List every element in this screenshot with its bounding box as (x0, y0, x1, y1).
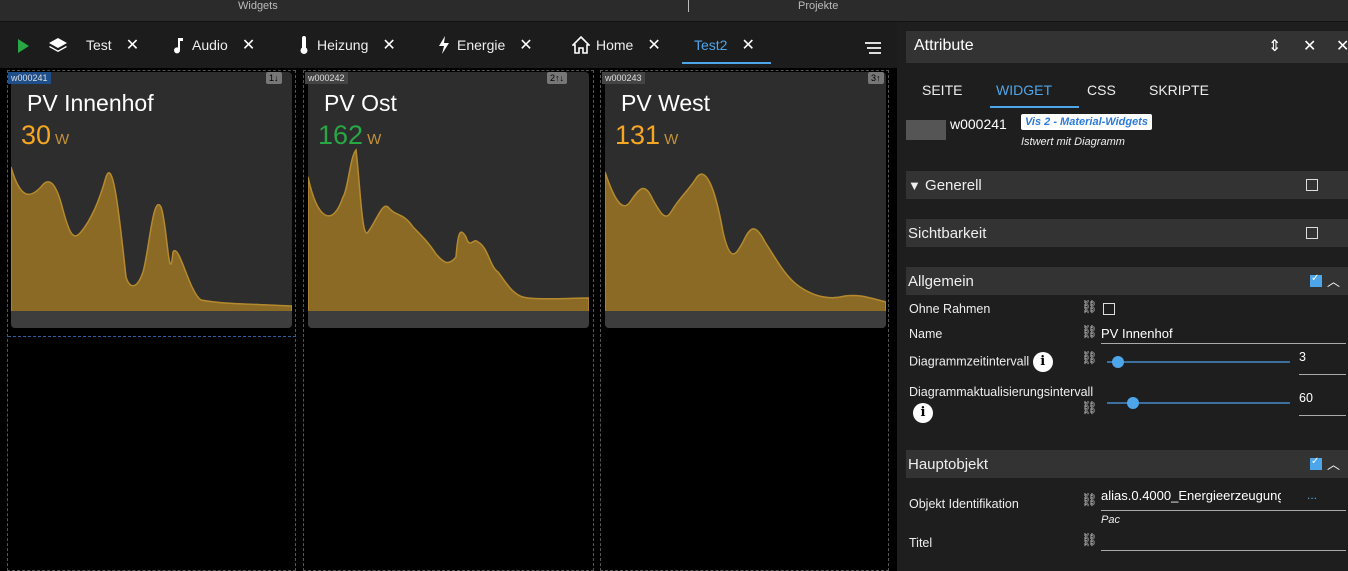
tab-audio[interactable]: Audio ✕ (172, 34, 255, 56)
active-tab-indicator (990, 106, 1079, 108)
slider-handle[interactable] (1112, 356, 1124, 368)
close-icon[interactable]: ✕ (647, 35, 660, 55)
section-generell[interactable]: ▼ Generell (906, 171, 1348, 199)
widget-id-label[interactable]: w000243 (602, 72, 645, 84)
tab-home[interactable]: Home ✕ (572, 34, 661, 56)
collapse-icon[interactable]: ✕ (1303, 36, 1316, 56)
widget-description: Istwert mit Diagramm (1021, 136, 1125, 148)
widget-value: 131 W (615, 120, 679, 150)
close-icon[interactable]: ✕ (242, 35, 255, 55)
link-icon[interactable]: ⛓ (1081, 532, 1098, 548)
section-sichtbarkeit[interactable]: Sichtbarkeit (906, 219, 1348, 247)
tab-test[interactable]: Test ✕ (86, 34, 139, 56)
diagrammaktualisierungsintervall-value[interactable]: 60 (1299, 391, 1346, 416)
section-hauptobjekt[interactable]: Hauptobjekt ︿ (906, 450, 1348, 478)
link-icon[interactable]: ⛓ (1081, 350, 1098, 366)
tab-css[interactable]: CSS (1087, 82, 1116, 98)
link-icon[interactable]: ⛓ (1081, 492, 1098, 508)
close-icon[interactable]: ✕ (741, 35, 754, 55)
ohne-rahmen-label: Ohne Rahmen (909, 302, 991, 316)
diagrammaktualisierungsintervall-slider[interactable] (1107, 397, 1290, 409)
allgemein-checkbox[interactable] (1310, 273, 1322, 287)
lightning-icon (439, 36, 449, 54)
input-underline (1101, 510, 1346, 511)
selected-widget-id: w000241 (950, 116, 1007, 132)
widgets-panel-label[interactable]: Widgets (238, 0, 278, 12)
widget-footer (308, 311, 589, 328)
widget-pv-ost[interactable]: PV Ost 162 W (308, 72, 589, 328)
widget-value: 30 W (21, 120, 70, 150)
panel-header: Attribute ⇕ ✕ ✕ (906, 31, 1348, 63)
widget-order-badge[interactable]: 1↓ (266, 72, 282, 84)
tab-widget[interactable]: WIDGET (996, 82, 1052, 98)
diagrammzeitintervall-value[interactable]: 3 (1299, 350, 1346, 375)
widget-set-badge: Vis 2 - Material-Widgets (1021, 114, 1152, 130)
widget-title: PV West (621, 90, 711, 116)
widget-value: 162 W (318, 120, 382, 150)
generell-checkbox[interactable] (1306, 179, 1318, 191)
slider-handle[interactable] (1127, 397, 1139, 409)
widget-id-label[interactable]: w000242 (305, 72, 348, 84)
tab-energie[interactable]: Energie ✕ (437, 34, 533, 56)
chevron-up-icon[interactable]: ︿ (1327, 454, 1340, 473)
sichtbarkeit-checkbox[interactable] (1306, 227, 1318, 239)
close-icon[interactable]: ✕ (382, 35, 395, 55)
view-canvas: PV Innenhof 30 W PV Ost 162 W PV West 131 W (0, 68, 897, 571)
browse-objects-button[interactable]: ... (1307, 488, 1317, 502)
objekt-identifikation-label: Objekt Identifikation (909, 497, 1019, 511)
objekt-id-input[interactable]: alias.0.4000_Energieerzeugung (1101, 488, 1281, 505)
widget-id-label[interactable]: w000241 (8, 72, 51, 84)
diagrammzeitintervall-slider[interactable] (1107, 356, 1290, 368)
close-icon[interactable]: ✕ (519, 35, 532, 55)
play-icon[interactable] (18, 39, 29, 53)
panel-title: Attribute (914, 37, 974, 54)
layers-icon[interactable] (48, 36, 68, 56)
tab-test2[interactable]: Test2 ✕ (694, 34, 755, 56)
active-tab-indicator (682, 62, 771, 64)
house-icon (572, 36, 590, 54)
projects-panel-label[interactable]: Projekte (798, 0, 838, 12)
chevron-up-icon[interactable]: ︿ (1327, 271, 1340, 290)
close-icon[interactable]: ✕ (126, 35, 139, 55)
titel-input[interactable] (1101, 534, 1346, 551)
view-tabs-bar: Test ✕ Audio ✕ Heizung ✕ Energie ✕ Home ✕ Tes… (0, 22, 897, 68)
widget-pv-innenhof[interactable]: PV Innenhof 30 W (11, 72, 292, 328)
widget-order-badge[interactable]: 2↑↓ (547, 72, 568, 84)
link-icon[interactable]: ⛓ (1081, 400, 1098, 416)
link-icon[interactable]: ⛓ (1081, 299, 1098, 315)
objekt-name-hint: Pac (1101, 514, 1120, 526)
section-allgemein[interactable]: Allgemein ︿ (906, 267, 1348, 295)
menu-icon[interactable] (865, 42, 881, 57)
titel-label: Titel (909, 536, 933, 550)
expand-icon[interactable]: ⇕ (1268, 36, 1281, 56)
diagrammaktualisierungsintervall-label: Diagrammaktualisierungsintervall (909, 385, 1094, 399)
close-icon[interactable]: ✕ (1336, 36, 1348, 56)
widget-title: PV Innenhof (27, 90, 154, 116)
link-icon[interactable]: ⛓ (1081, 324, 1098, 340)
widget-footer (11, 311, 292, 328)
divider (688, 0, 689, 12)
tab-seite[interactable]: SEITE (922, 82, 962, 98)
thermometer-icon (300, 36, 308, 54)
hauptobjekt-checkbox[interactable] (1310, 456, 1322, 470)
widget-pv-west[interactable]: PV West 131 W (605, 72, 886, 328)
info-icon[interactable]: i (1032, 352, 1053, 372)
attributes-panel: Attribute ⇕ ✕ ✕ SEITE WIDGET CSS SKRIPTE… (897, 22, 1348, 571)
tab-heizung[interactable]: Heizung ✕ (297, 34, 396, 56)
tab-skripte[interactable]: SKRIPTE (1149, 82, 1209, 98)
widget-thumbnail (906, 120, 946, 140)
filter-icon: ▼ (908, 178, 921, 193)
top-bar: Widgets Projekte (0, 0, 1348, 22)
widget-order-badge[interactable]: 3↑ (868, 72, 884, 84)
widget-title: PV Ost (324, 90, 397, 116)
diagrammzeitintervall-label: Diagrammzeitintervall i (909, 352, 1053, 372)
name-input[interactable]: PV Innenhof (1101, 326, 1346, 344)
widget-footer (605, 311, 886, 328)
info-icon-row: i (909, 403, 933, 423)
name-label: Name (909, 327, 943, 341)
music-note-icon (174, 38, 183, 54)
selection-guide (8, 336, 296, 337)
info-icon[interactable]: i (913, 403, 933, 423)
ohne-rahmen-checkbox[interactable] (1103, 303, 1115, 315)
